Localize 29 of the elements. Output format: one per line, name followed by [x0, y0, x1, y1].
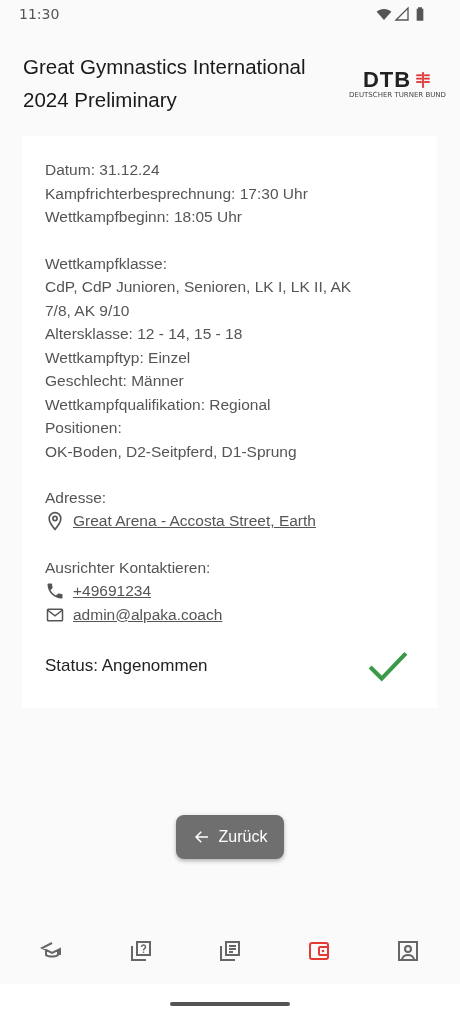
- detail-text: Kampfrichterbesprechnung: 17:30 Uhr: [45, 183, 309, 204]
- page-title: Great Gymnastics International 2024 Preliminary: [23, 54, 307, 113]
- back-button[interactable]: Zurück: [175, 814, 285, 859]
- signal-icon: [394, 6, 410, 22]
- detail-text: Wettkampfbeginn: 18:05 Uhr: [45, 207, 244, 227]
- detail-text: Wettkampftyp: Einzel: [45, 347, 192, 368]
- detail-text: Geschlecht: Männer: [45, 371, 185, 391]
- detail-text: Wettkampfklasse:: [45, 253, 169, 274]
- detail-text: Wettkampfqualifikation: Regional: [45, 394, 272, 415]
- detail-text: Ausrichter Kontaktieren:: [45, 558, 212, 578]
- detail-text: Positionen:: [45, 418, 123, 438]
- phone-link[interactable]: +49691234: [73, 582, 151, 601]
- logo-text: DTB: [362, 69, 412, 91]
- location-pin-icon: [45, 511, 65, 532]
- address-link[interactable]: Great Arena - Accosta Street, Earth: [73, 512, 316, 531]
- detail-text: Adresse:: [45, 488, 108, 508]
- detail-text: Datum: 31.12.24: [45, 160, 161, 180]
- status-time: 11:30: [19, 6, 60, 22]
- detail-text: OK-Boden, D2-Seitpferd, D1-Sprung: [45, 441, 298, 462]
- profile-card-icon[interactable]: [395, 939, 420, 963]
- document-stack-icon[interactable]: [218, 939, 242, 963]
- email-link[interactable]: admin@alpaka.coach: [73, 605, 223, 624]
- question-card-icon[interactable]: [129, 939, 154, 963]
- status-text: Status: Angenommen: [45, 655, 208, 676]
- wallet-icon[interactable]: [306, 939, 331, 963]
- wifi-icon: [376, 6, 392, 22]
- emblem-icon: [414, 71, 433, 89]
- detail-text: Altersklasse: 12 - 14, 15 - 18: [45, 324, 244, 344]
- detail-text: CdP, CdP Junioren, Senioren, LK I, LK II, AK 7/8, AK 9/10: [45, 277, 353, 321]
